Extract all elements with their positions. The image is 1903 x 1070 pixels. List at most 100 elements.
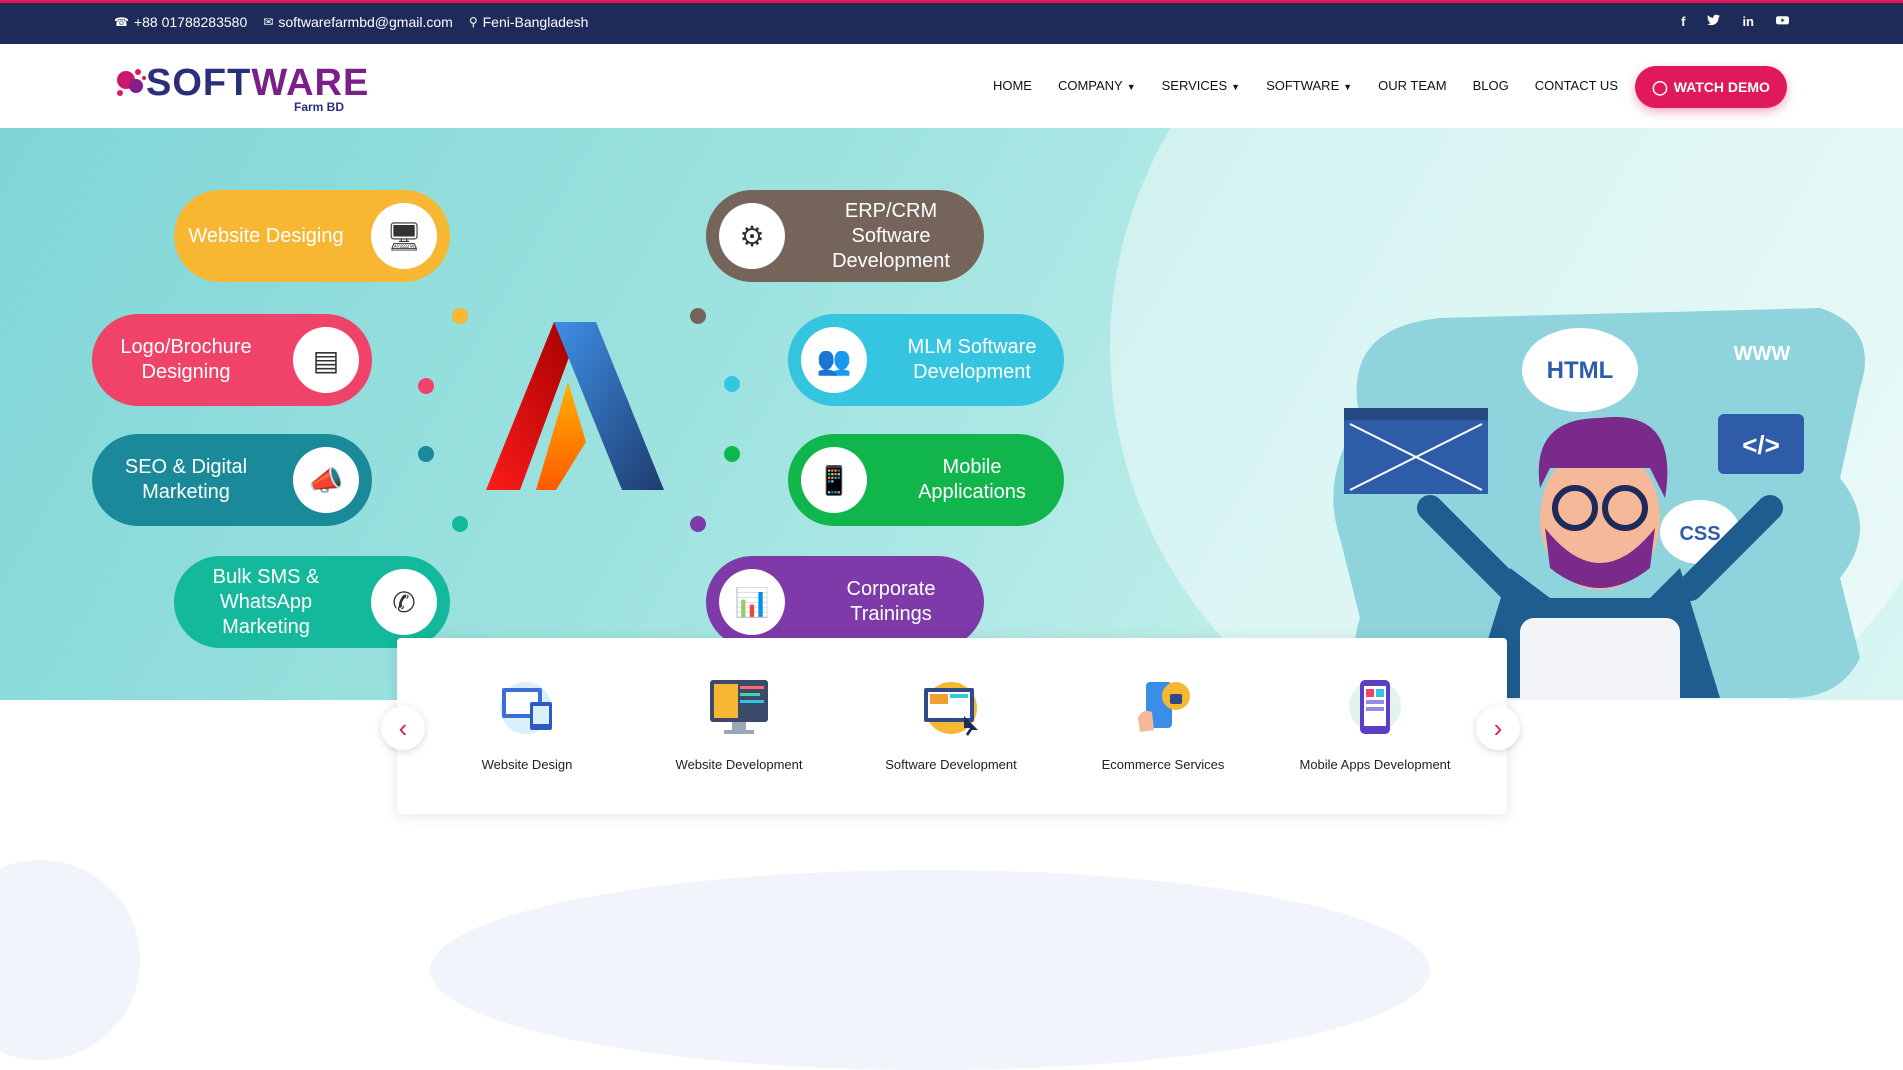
logo-wordmark: SOFTWARE: [146, 62, 369, 105]
pill-text: Mobile Applications: [918, 456, 1026, 503]
hero-banner: Website Desiging 🖥 Logo/Brochure Designi…: [0, 128, 1903, 700]
nav-company-label: COMPANY: [1057, 78, 1123, 93]
service-card-website-development[interactable]: Website Development: [639, 678, 839, 772]
sms-phone-icon: ✆: [371, 569, 437, 635]
service-carousel: Website Design Website Development Softw…: [397, 638, 1507, 814]
decorative-blob: [0, 860, 140, 1060]
carousel-prev-button[interactable]: ‹: [381, 706, 425, 750]
linkedin-icon[interactable]: in: [1742, 14, 1754, 29]
nav-our-team[interactable]: OUR TEAM: [1378, 78, 1446, 93]
main-navbar: SOFTWARE Farm BD HOME COMPANY ▼ SERVICES ▼…: [0, 44, 1903, 128]
email-text: softwarefarmbd@gmail.com: [278, 14, 453, 30]
service-card-website-design[interactable]: Website Design: [427, 678, 627, 772]
pill-corporate-trainings: 📊 Corporate Trainings: [706, 556, 984, 648]
pill-erp-crm: ⚙ ERP/CRM Software Development: [706, 190, 984, 282]
html-label: HTML: [1547, 357, 1614, 384]
social-links: f in: [1681, 14, 1789, 29]
nav-menu: HOME COMPANY ▼ SERVICES ▼ SOFTWARE ▼ OUR TE…: [993, 78, 1618, 93]
service-card-mobile-apps[interactable]: Mobile Apps Development: [1275, 678, 1475, 772]
chevron-down-icon: ▼: [1231, 82, 1241, 92]
pill-mlm-software: 👥 MLM Software Development: [788, 314, 1064, 406]
ecommerce-icon: [1138, 682, 1190, 732]
mobile-app-icon: [1349, 680, 1401, 734]
brochure-icon: ▤: [293, 327, 359, 393]
logo-mark-icon: [117, 69, 146, 96]
nav-services-label: SERVICES: [1161, 78, 1228, 93]
orbit-dot: [418, 446, 434, 462]
nav-contact[interactable]: CONTACT US: [1535, 78, 1618, 93]
mobile-phone-icon: 📱: [801, 447, 867, 513]
nav-home[interactable]: HOME: [993, 78, 1032, 93]
location-text: Feni-Bangladesh: [482, 14, 589, 30]
logo-word-ware: WARE: [251, 62, 370, 104]
pill-logo-brochure: Logo/Brochure Designing ▤: [92, 314, 372, 406]
logo-subtitle: Farm BD: [294, 100, 345, 114]
pill-text: Logo/Brochure Designing: [120, 336, 252, 383]
watch-demo-label: WATCH DEMO: [1673, 79, 1770, 95]
service-card-label: Website Design: [481, 757, 573, 772]
service-card-label: Mobile Apps Development: [1299, 757, 1451, 772]
www-label: WWW: [1734, 343, 1791, 365]
team-icon: 👥: [801, 327, 867, 393]
orbit-dot: [452, 516, 468, 532]
phone-item[interactable]: ☎ +88 01788283580: [114, 14, 247, 30]
twitter-icon[interactable]: [1707, 14, 1721, 29]
code-label: </>: [1742, 430, 1780, 460]
service-card-software-development[interactable]: Software Development: [851, 678, 1051, 772]
location-item: ⚲ Feni-Bangladesh: [469, 14, 589, 30]
presentation-icon: 📊: [719, 569, 785, 635]
nav-company[interactable]: COMPANY ▼: [1058, 78, 1136, 93]
center-a-logo-icon: [486, 322, 664, 490]
software-development-icon: [924, 682, 978, 736]
orbit-dot: [418, 378, 434, 394]
top-bar: ☎ +88 01788283580 ✉ softwarefarmbd@gmail…: [0, 0, 1903, 44]
nav-software-label: SOFTWARE: [1266, 78, 1340, 93]
pill-text: MLM Software Development: [907, 336, 1037, 383]
chevron-down-icon: ▼: [1126, 82, 1136, 92]
pill-text: SEO & Digital Marketing: [124, 456, 248, 503]
service-card-label: Software Development: [885, 757, 1017, 772]
css-label: CSS: [1679, 523, 1720, 545]
contact-info: ☎ +88 01788283580 ✉ softwarefarmbd@gmail…: [114, 14, 588, 30]
monitor-icon: 🖥: [371, 203, 437, 269]
nav-services[interactable]: SERVICES ▼: [1162, 78, 1240, 93]
network-icon: ⚙: [719, 203, 785, 269]
map-marker-icon: ⚲: [468, 15, 478, 29]
service-card-label: Website Development: [675, 757, 803, 772]
nav-blog[interactable]: BLOG: [1473, 78, 1509, 93]
carousel-next-button[interactable]: ›: [1476, 706, 1520, 750]
facebook-icon[interactable]: f: [1681, 14, 1685, 29]
pill-seo-marketing: SEO & Digital Marketing 📣: [92, 434, 372, 526]
phone-icon: ☎: [114, 15, 129, 29]
decorative-blob: [430, 870, 1430, 1070]
pill-text: ERP/CRM Software Development: [832, 199, 950, 272]
orbit-dot: [724, 376, 740, 392]
email-item[interactable]: ✉ softwarefarmbd@gmail.com: [263, 14, 453, 30]
service-card-ecommerce[interactable]: Ecommerce Services: [1063, 678, 1263, 772]
web-design-icon: [500, 682, 552, 734]
chat-bubble-icon: ◯: [1652, 78, 1668, 95]
pill-text: Bulk SMS & WhatsApp Marketing: [212, 565, 320, 638]
orbit-dot: [690, 308, 706, 324]
logo-word-soft: SOFT: [146, 62, 252, 104]
web-development-icon: [710, 680, 768, 734]
nav-software[interactable]: SOFTWARE ▼: [1266, 78, 1352, 93]
pill-bulk-sms: Bulk SMS & WhatsApp Marketing ✆: [174, 556, 450, 648]
orbit-dot: [452, 308, 468, 324]
site-logo[interactable]: SOFTWARE Farm BD: [114, 58, 368, 114]
pill-text: Corporate Trainings: [846, 578, 936, 625]
youtube-icon[interactable]: [1776, 14, 1789, 29]
orbit-dot: [690, 516, 706, 532]
pill-website-designing: Website Desiging 🖥: [174, 190, 450, 282]
pill-text: Website Desiging: [188, 224, 344, 247]
chevron-down-icon: ▼: [1343, 82, 1353, 92]
envelope-icon: ✉: [263, 15, 274, 29]
megaphone-icon: 📣: [293, 447, 359, 513]
chevron-right-icon: ›: [1493, 712, 1503, 743]
chevron-left-icon: ‹: [398, 712, 408, 743]
pill-mobile-apps: 📱 Mobile Applications: [788, 434, 1064, 526]
orbit-dot: [724, 446, 740, 462]
watch-demo-button[interactable]: ◯ WATCH DEMO: [1635, 66, 1787, 108]
service-card-label: Ecommerce Services: [1101, 757, 1225, 772]
phone-text: +88 01788283580: [133, 14, 248, 30]
